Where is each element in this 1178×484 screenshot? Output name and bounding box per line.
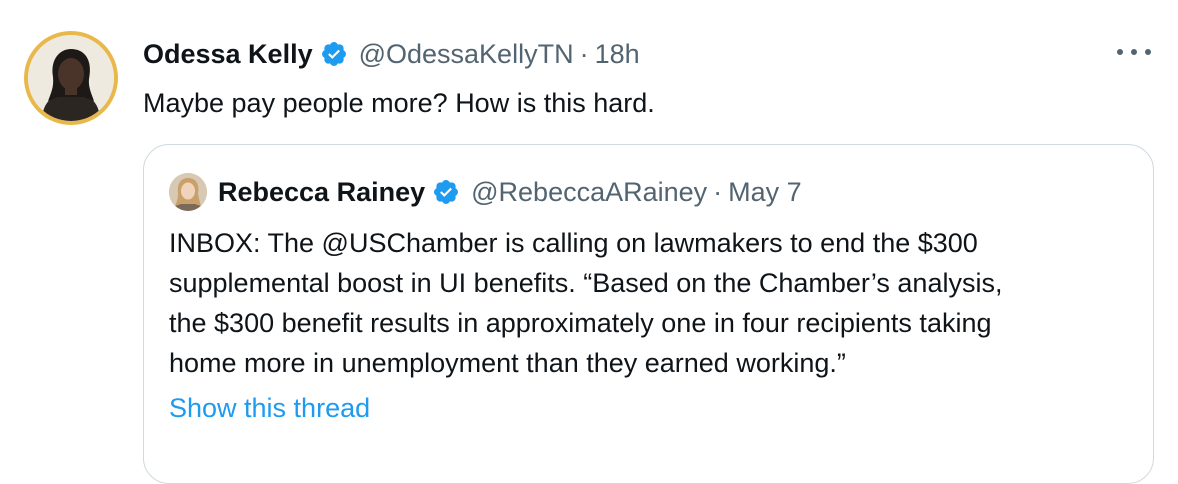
quoted-text-line: supplemental boost in UI benefits. “Base… [169,268,1003,298]
tweet-header: Odessa Kelly @OdessaKellyTN · 18h [143,34,640,74]
quoted-text-line: the $300 benefit results in approximatel… [169,308,992,338]
author-avatar[interactable] [24,31,118,125]
quoted-tweet-timestamp: May 7 [728,176,802,207]
author-name[interactable]: Odessa Kelly [143,39,313,70]
more-dot [1131,49,1137,55]
quoted-author-avatar [169,173,207,211]
quoted-tweet-text: INBOX: The @USChamber is calling on lawm… [169,223,1129,383]
more-dot [1145,49,1151,55]
tweet-text: Maybe pay people more? How is this hard. [143,88,655,118]
tweet[interactable]: Odessa Kelly @OdessaKellyTN · 18h Maybe … [0,0,1178,484]
tweet-timestamp[interactable]: 18h [595,39,640,70]
header-separator: · [579,38,589,69]
quoted-text-line: INBOX: The @USChamber is calling on lawm… [169,228,978,258]
author-avatar-image [28,35,114,121]
more-options-icon[interactable] [1117,46,1151,58]
verified-badge-icon [432,178,460,206]
author-handle[interactable]: @OdessaKellyTN [359,39,574,70]
quoted-author-name: Rebecca Rainey [218,176,426,207]
quoted-text-line: home more in unemployment than they earn… [169,348,846,378]
quoted-tweet-card[interactable]: Rebecca Rainey @RebeccaARainey · May 7 I… [143,144,1154,484]
quoted-header-separator: · [713,176,723,207]
quoted-tweet-header: Rebecca Rainey @RebeccaARainey · May 7 [218,172,802,212]
show-thread-link[interactable]: Show this thread [169,388,370,428]
quoted-author-handle: @RebeccaARainey [471,176,708,207]
verified-badge-icon [320,40,348,68]
more-dot [1117,49,1123,55]
